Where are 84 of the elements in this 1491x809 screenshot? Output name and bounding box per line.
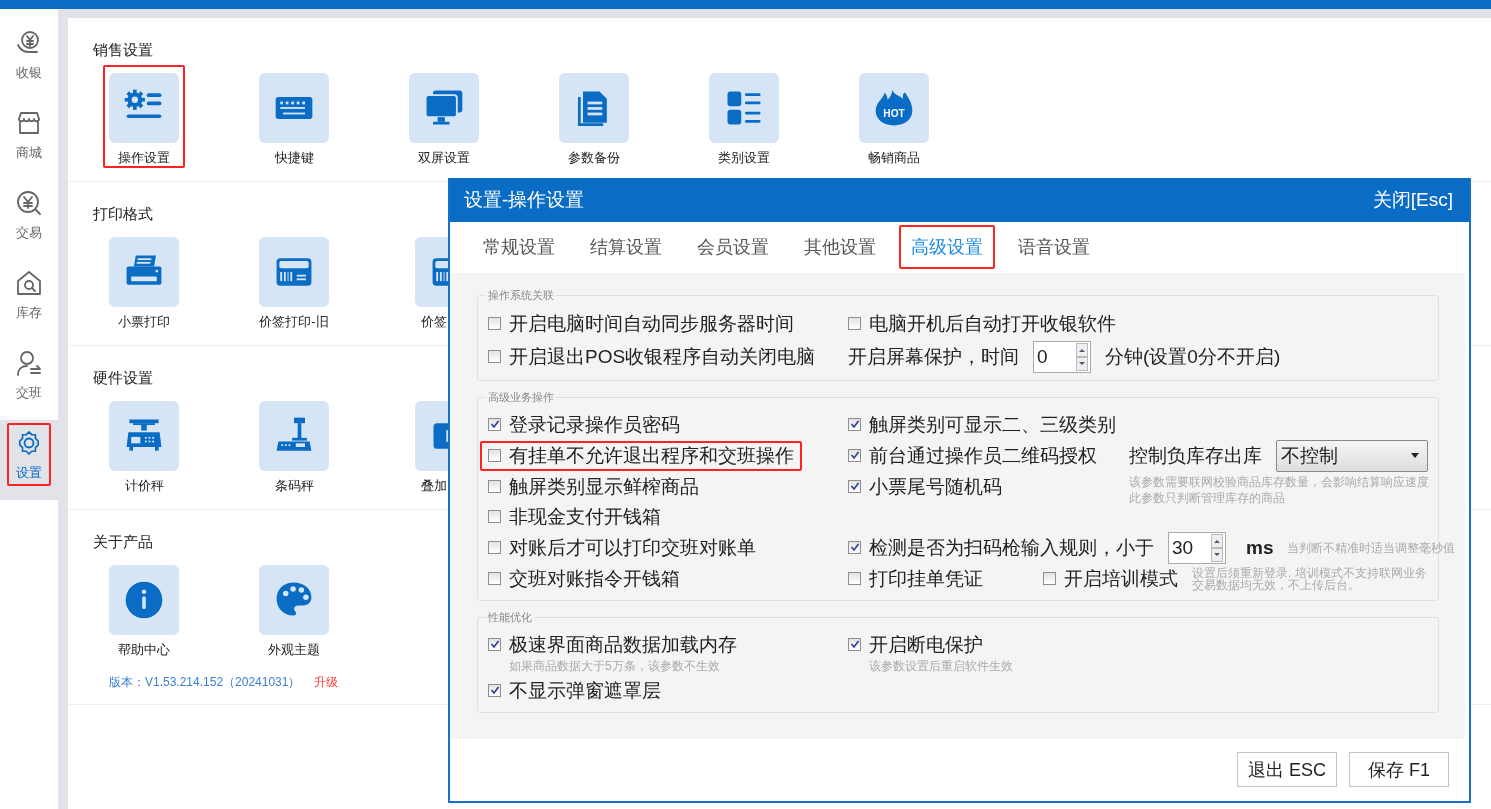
section-title: 打印格式 (93, 204, 153, 224)
checkbox-label: 开启退出POS收银程序自动关闭电脑 (509, 345, 816, 370)
tab[interactable]: 语音设置 (1006, 225, 1102, 270)
version-text: 版本：V1.53.214.152（20241031） (109, 674, 301, 691)
checkbox[interactable] (488, 509, 501, 523)
sidebar-label: 库存 (16, 304, 42, 322)
settings-tile[interactable]: 操作设置 (103, 65, 185, 168)
close-link[interactable]: 关闭[Esc] (1372, 186, 1453, 213)
checkbox[interactable] (848, 448, 861, 462)
checkbox-label: 触屏类别可显示二、三级类别 (869, 412, 1116, 437)
dialog-title: 设置-操作设置 (464, 187, 585, 212)
section-title: 硬件设置 (93, 368, 153, 388)
group-title: 操作系统关联 (486, 287, 556, 303)
checkbox[interactable] (848, 317, 861, 331)
option-label: 分钟(设置0分不开启) (1105, 345, 1281, 370)
sidebar-label: 交易 (16, 224, 42, 242)
icon-text: HOT (883, 108, 905, 120)
group-title: 高级业务操作 (486, 389, 556, 405)
checkbox[interactable] (488, 540, 501, 554)
option-label: 控制负库存出库 (1129, 443, 1262, 468)
checkbox-label: 电脑开机后自动打开收银软件 (869, 312, 1116, 337)
checkbox[interactable] (488, 683, 501, 697)
upgrade-link[interactable]: 升级 (314, 674, 339, 691)
checkbox[interactable] (848, 479, 861, 493)
checkbox-label: 交班对账指令开钱箱 (509, 566, 680, 591)
tab[interactable]: 会员设置 (685, 225, 781, 270)
checkbox-label: 小票尾号随机码 (869, 474, 1002, 499)
checkbox[interactable] (1043, 571, 1056, 585)
tab[interactable]: 其他设置 (792, 225, 888, 270)
checkbox-label: 登录记录操作员密码 (509, 412, 680, 437)
tab[interactable]: 常规设置 (471, 225, 567, 270)
group-title: 性能优化 (486, 609, 534, 625)
section-title: 销售设置 (93, 40, 153, 60)
checkbox[interactable] (848, 540, 861, 554)
checkbox[interactable] (848, 571, 861, 585)
checkbox[interactable] (488, 350, 501, 364)
hint-text: 设置后须重新登录. 培训模式不支持联网业务 交易数据均无效，不上传后台。 (1192, 566, 1427, 591)
yen-search-icon (15, 189, 43, 217)
dialog-button[interactable]: 保存 F1 (1349, 752, 1449, 788)
checkbox-label: 打印挂单凭证 (869, 566, 983, 591)
checkbox[interactable] (848, 637, 861, 651)
checkbox-label: 开启培训模式 (1064, 566, 1178, 591)
checkbox-label: 开启断电保护 (869, 632, 984, 657)
checkbox[interactable] (488, 448, 501, 462)
checkbox-label: 不显示弹窗遮罩层 (509, 678, 661, 703)
hint-text: 如果商品数据大于5万条，该参数不生效 (509, 657, 721, 674)
checkbox-label: 有挂单不允许退出程序和交班操作 (509, 443, 794, 468)
flame-icon (875, 89, 913, 126)
person-swap-icon (15, 349, 43, 377)
house-search-icon (15, 269, 43, 297)
unit-label: ms (1246, 536, 1274, 559)
sidebar-item[interactable]: 设置 (0, 420, 58, 500)
checkbox-label: 触屏类别显示鲜榨商品 (509, 474, 699, 499)
hint-text: 该参数设置后重启软件生效 (869, 657, 1013, 674)
dialog-button[interactable]: 退出 ESC (1237, 752, 1337, 788)
hint-text: 当判断不精准时适当调整毫秒值 (1287, 541, 1456, 554)
checkbox[interactable] (848, 417, 861, 431)
checkbox-label: 极速界面商品数据加载内存 (509, 632, 737, 657)
sidebar-label: 收银 (16, 64, 42, 82)
checkbox[interactable] (488, 571, 501, 585)
checkbox-label: 开启电脑时间自动同步服务器时间 (509, 312, 794, 337)
number-field[interactable]: 30 (1168, 531, 1226, 564)
sidebar-label: 设置 (16, 464, 42, 482)
checkbox-label: 对账后才可以打印交班对账单 (509, 535, 756, 560)
checkbox-label: 非现金支付开钱箱 (509, 504, 661, 529)
checkbox[interactable] (488, 479, 501, 493)
checkbox[interactable] (488, 317, 501, 331)
checkbox[interactable] (488, 417, 501, 431)
tab[interactable]: 高级设置 (899, 225, 995, 270)
shop-icon (15, 109, 43, 137)
section-title: 关于产品 (93, 532, 153, 552)
sidebar-label: 交班 (16, 384, 42, 402)
option-label: 开启屏幕保护，时间 (848, 345, 1019, 370)
checkbox-label: 检测是否为扫码枪输入规则，小于 (869, 535, 1154, 560)
number-field[interactable]: 0 (1033, 341, 1091, 374)
checkbox[interactable] (488, 637, 501, 651)
caret-icon (1411, 453, 1419, 459)
sidebar-label: 商城 (16, 144, 42, 162)
dropdown[interactable]: 不控制 (1276, 439, 1428, 472)
stepper-icon[interactable] (1211, 533, 1223, 562)
stepper-icon[interactable] (1076, 343, 1088, 372)
checkbox-label: 前台通过操作员二维码授权 (869, 443, 1097, 468)
tab[interactable]: 结算设置 (578, 225, 674, 270)
hint-text: 该参数需要联网校验商品库存数量，会影响结算响应速度 此参数只判断管理库存的商品 (1129, 473, 1429, 506)
